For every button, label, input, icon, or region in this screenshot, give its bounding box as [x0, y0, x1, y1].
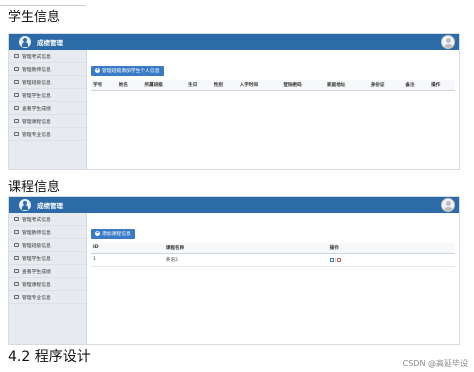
divider: | [334, 257, 336, 262]
add-student-button[interactable]: + 管理班级添加学生个人信息 [91, 65, 164, 76]
sidebar-item-label: 查看学生成绩 [22, 106, 51, 112]
column-header: 性别 [211, 79, 238, 91]
column-header: 学号 [91, 79, 117, 91]
add-course-button-label: 添加课程信息 [102, 232, 131, 237]
cell-course-name: 英语2 [163, 253, 328, 267]
column-header: ID [91, 242, 164, 254]
list-icon [14, 106, 19, 110]
column-header: 身份证 [368, 79, 404, 91]
course-content: + 添加课程信息 ID 课程名称 操作 1 英语2 | [87, 213, 459, 344]
trash-icon[interactable] [336, 257, 341, 262]
list-icon [14, 132, 19, 136]
plus-icon: + [95, 230, 100, 236]
column-header: 备注 [403, 79, 430, 91]
table-header-row: 学号 姓名 所属班级 生日 性别 入学时间 登陆密码 家庭地址 身份证 备注 操… [91, 79, 455, 91]
list-icon [14, 282, 19, 286]
list-icon [14, 256, 19, 260]
sidebar-item-label: 管理学生信息 [22, 93, 51, 99]
sidebar-item-teachers[interactable]: 管理教师信息 [9, 226, 86, 239]
heading-student-info: 学生信息 [8, 10, 61, 25]
avatar[interactable] [441, 35, 455, 49]
sidebar-item-grades[interactable]: 查看学生成绩 [9, 265, 86, 278]
column-header: 登陆密码 [281, 79, 326, 91]
sidebar-item-classes[interactable]: 管理班级信息 [9, 239, 86, 252]
list-icon [14, 119, 19, 123]
sidebar-item-classes[interactable]: 管理班级信息 [9, 76, 86, 89]
column-header: 操作 [429, 79, 455, 91]
list-icon [14, 217, 19, 221]
list-icon [14, 80, 19, 84]
sidebar-item-students[interactable]: 管理学生信息 [9, 89, 86, 102]
column-header: 操作 [327, 242, 455, 254]
top-divider [0, 0, 86, 6]
list-icon [14, 93, 19, 97]
student-admin-window: 成绩管理 管理考试信息 管理教师信息 管理班级信息 管理学生信息 查看学生成绩 … [8, 33, 460, 170]
sidebar-item-label: 管理课程信息 [22, 119, 51, 125]
sidebar-item-majors[interactable]: 管理专业信息 [9, 128, 86, 141]
student-content: + 管理班级添加学生个人信息 学号 姓名 所属班级 生日 性别 入学时间 登陆密码… [87, 50, 459, 169]
sidebar: 管理考试信息 管理教师信息 管理班级信息 管理学生信息 查看学生成绩 管理课程信… [9, 50, 87, 169]
student-table: 学号 姓名 所属班级 生日 性别 入学时间 登陆密码 家庭地址 身份证 备注 操… [91, 79, 455, 91]
sidebar-item-exams[interactable]: 管理考试信息 [9, 50, 86, 63]
list-icon [14, 67, 19, 71]
sidebar-item-label: 管理考试信息 [22, 54, 51, 60]
user-logo-icon [19, 36, 31, 48]
sidebar-item-label: 管理班级信息 [22, 80, 51, 86]
user-logo-icon [19, 199, 31, 211]
sidebar-item-label: 管理专业信息 [22, 295, 51, 301]
app-topbar: 成绩管理 [9, 34, 459, 50]
app-brand-title: 成绩管理 [37, 39, 63, 47]
column-header: 生日 [186, 79, 212, 91]
add-course-button[interactable]: + 添加课程信息 [91, 228, 135, 239]
sidebar-item-label: 管理班级信息 [22, 243, 51, 249]
add-student-button-label: 管理班级添加学生个人信息 [102, 69, 160, 74]
list-icon [14, 295, 19, 299]
column-header: 家庭地址 [325, 79, 369, 91]
column-header: 课程名称 [163, 242, 328, 254]
sidebar-item-label: 管理课程信息 [22, 282, 51, 288]
app-topbar: 成绩管理 [9, 197, 459, 213]
list-icon [14, 230, 19, 234]
sidebar-item-label: 管理教师信息 [22, 230, 51, 236]
course-table: ID 课程名称 操作 1 英语2 | [91, 242, 455, 267]
heading-course-info: 课程信息 [8, 180, 61, 195]
list-icon [14, 269, 19, 273]
sidebar: 管理考试信息 管理教师信息 管理班级信息 管理学生信息 查看学生成绩 管理课程信… [9, 213, 87, 344]
list-icon [14, 54, 19, 58]
sidebar-item-label: 管理学生信息 [22, 256, 51, 262]
sidebar-item-students[interactable]: 管理学生信息 [9, 252, 86, 265]
sidebar-item-label: 管理专业信息 [22, 132, 51, 138]
sidebar-item-exams[interactable]: 管理考试信息 [9, 213, 86, 226]
watermark: CSDN @高延毕设 [402, 359, 468, 368]
sidebar-item-courses[interactable]: 管理课程信息 [9, 115, 86, 128]
column-header: 所属班级 [142, 79, 187, 91]
cell-course-id: 1 [91, 253, 164, 267]
sidebar-item-label: 管理教师信息 [22, 67, 51, 73]
course-admin-window: 成绩管理 管理考试信息 管理教师信息 管理班级信息 管理学生信息 查看学生成绩 … [8, 196, 460, 345]
table-row: 1 英语2 | [91, 253, 455, 267]
heading-program-design: 4.2 程序设计 [8, 349, 91, 365]
sidebar-item-grades[interactable]: 查看学生成绩 [9, 102, 86, 115]
list-icon [14, 243, 19, 247]
app-brand-title: 成绩管理 [37, 202, 63, 210]
table-header-row: ID 课程名称 操作 [91, 242, 455, 254]
sidebar-item-courses[interactable]: 管理课程信息 [9, 278, 86, 291]
avatar[interactable] [441, 198, 455, 212]
sidebar-item-majors[interactable]: 管理专业信息 [9, 291, 86, 304]
edit-icon[interactable] [329, 257, 334, 262]
plus-icon: + [95, 67, 100, 73]
sidebar-item-label: 查看学生成绩 [22, 269, 51, 275]
cell-actions: | [327, 253, 455, 267]
sidebar-item-label: 管理考试信息 [22, 217, 51, 223]
sidebar-item-teachers[interactable]: 管理教师信息 [9, 63, 86, 76]
column-header: 入学时间 [237, 79, 282, 91]
column-header: 姓名 [116, 79, 143, 91]
